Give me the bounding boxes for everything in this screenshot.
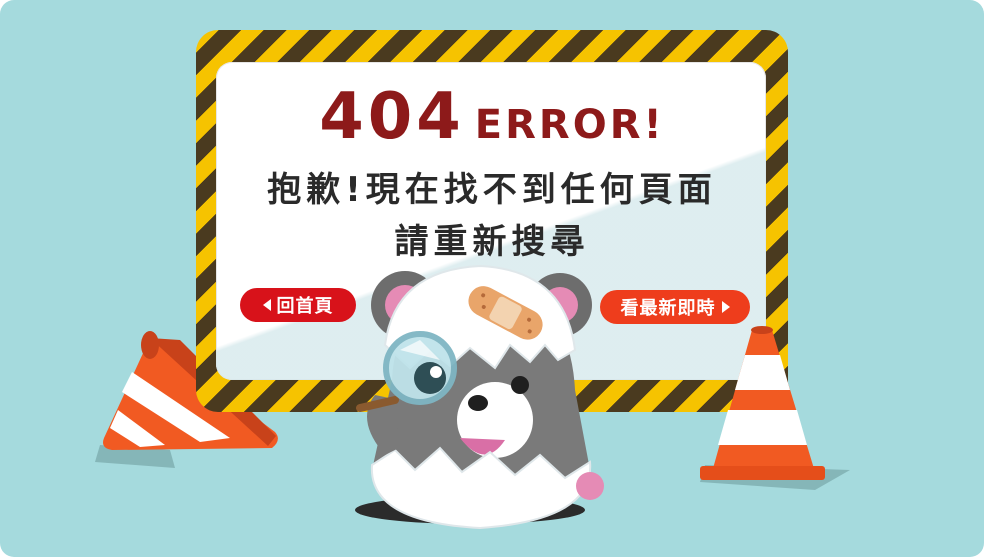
bear-mascot-icon — [356, 264, 604, 530]
error-page: 404 ERROR! 抱歉!現在找不到任何頁面 請重新搜尋 回首頁 看最新即時 — [0, 0, 984, 557]
scene-art-front — [355, 264, 850, 530]
traffic-cone-right-icon — [700, 326, 850, 490]
